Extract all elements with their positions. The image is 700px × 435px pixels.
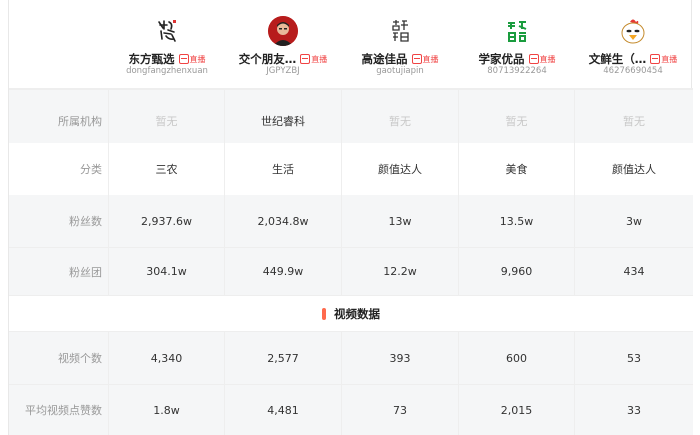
live-tv-icon [300, 54, 311, 64]
row-fans: 粉丝数 2,937.6w 2,034.8w 13w 13.5w 3w [9, 195, 693, 247]
row-category: 分类 三农 生活 颜值达人 美食 颜值达人 [9, 143, 693, 195]
accounts-header: 东方甄选 直播 dongfangzhenxuan 交个朋友… 直播 JGPYZB… [9, 0, 693, 88]
video-count-cell: 2,577 [225, 332, 342, 384]
account-card-4[interactable]: 学家优品 直播 80713922264 [459, 0, 575, 88]
calligraphy-logo-icon[interactable] [152, 16, 182, 46]
live-tv-icon [528, 54, 539, 64]
avg-likes-cell: 4,481 [225, 385, 342, 435]
row-label: 所属机构 [9, 99, 109, 143]
account-name[interactable]: 学家优品 [479, 51, 525, 67]
category-cell: 生活 [225, 143, 342, 195]
avg-likes-cell: 2,015 [459, 385, 575, 435]
live-badge[interactable]: 直播 [528, 54, 556, 65]
account-card-2[interactable]: 交个朋友… 直播 JGPYZBJ [225, 0, 341, 88]
account-name[interactable]: 交个朋友… [239, 51, 297, 67]
live-tv-icon [178, 54, 189, 64]
account-id: gaotujiapin [376, 66, 424, 76]
fan-group-cell: 304.1w [109, 248, 225, 295]
live-badge[interactable]: 直播 [650, 54, 677, 65]
account-card-3[interactable]: 高途佳品 直播 gaotujiapin [342, 0, 458, 88]
fans-cell: 13.5w [459, 195, 575, 247]
row-avg-likes: 平均视频点赞数 1.8w 4,481 73 2,015 33 [9, 384, 693, 435]
row-label: 粉丝数 [9, 195, 109, 247]
org-cell: 暂无 [109, 99, 225, 143]
section-accent-bar [322, 307, 326, 320]
live-tv-icon [650, 54, 661, 64]
account-id: 80713922264 [487, 66, 547, 76]
category-cell: 三农 [109, 143, 225, 195]
fans-cell: 2,937.6w [109, 195, 225, 247]
account-name[interactable]: 文鲜生（… [589, 51, 647, 67]
row-org-pad [9, 90, 693, 99]
account-card-5[interactable]: 文鲜生（… 直播 46276690454 [575, 0, 691, 88]
org-cell: 暂无 [342, 99, 459, 143]
fan-group-cell: 9,960 [459, 248, 575, 295]
avg-likes-cell: 73 [342, 385, 459, 435]
video-count-cell: 53 [627, 351, 641, 365]
video-count-cell: 393 [342, 332, 459, 384]
account-name[interactable]: 高途佳品 [362, 51, 408, 67]
fans-cell: 3w [626, 214, 642, 228]
row-label: 分类 [9, 143, 109, 195]
row-label: 粉丝团 [9, 248, 109, 295]
row-label: 平均视频点赞数 [9, 385, 109, 435]
video-count-cell: 4,340 [109, 332, 225, 384]
comparison-table: 东方甄选 直播 dongfangzhenxuan 交个朋友… 直播 JGPYZB… [8, 0, 693, 435]
live-badge[interactable]: 直播 [178, 54, 206, 65]
org-cell: 暂无 [623, 115, 645, 128]
org-cell: 世纪睿科 [225, 99, 342, 143]
fans-cell: 13w [342, 195, 459, 247]
account-id: dongfangzhenxuan [126, 66, 208, 76]
category-cell: 颜值达人 [342, 143, 459, 195]
avg-likes-cell: 33 [627, 403, 641, 417]
live-tv-icon [411, 54, 422, 64]
section-video-data: 视频数据 [9, 295, 693, 332]
video-count-cell: 600 [459, 332, 575, 384]
account-name[interactable]: 东方甄选 [129, 51, 175, 67]
live-badge[interactable]: 直播 [300, 54, 327, 65]
live-badge[interactable]: 直播 [411, 54, 439, 65]
category-cell: 颜值达人 [612, 163, 656, 176]
fans-cell: 2,034.8w [225, 195, 342, 247]
account-id: 46276690454 [603, 66, 663, 76]
row-label: 视频个数 [9, 332, 109, 384]
fan-group-cell: 434 [623, 265, 645, 278]
fan-group-cell: 12.2w [342, 248, 459, 295]
section-title: 视频数据 [334, 306, 380, 321]
account-id: JGPYZBJ [266, 66, 300, 76]
green-text-logo-icon[interactable] [502, 16, 532, 46]
calligraphy-logo-icon[interactable] [385, 16, 415, 46]
account-card-1[interactable]: 东方甄选 直播 dongfangzhenxuan [109, 0, 225, 88]
row-video-count: 视频个数 4,340 2,577 393 600 53 [9, 332, 693, 384]
row-org: 所属机构 暂无 世纪睿科 暂无 暂无 暂无 [9, 99, 693, 143]
cartoon-chick-icon[interactable] [618, 16, 648, 46]
avg-likes-cell: 1.8w [109, 385, 225, 435]
category-cell: 美食 [459, 143, 575, 195]
fan-group-cell: 449.9w [225, 248, 342, 295]
row-fan-group: 粉丝团 304.1w 449.9w 12.2w 9,960 434 [9, 247, 693, 295]
person-photo-icon[interactable] [268, 16, 298, 46]
org-cell: 暂无 [459, 99, 575, 143]
